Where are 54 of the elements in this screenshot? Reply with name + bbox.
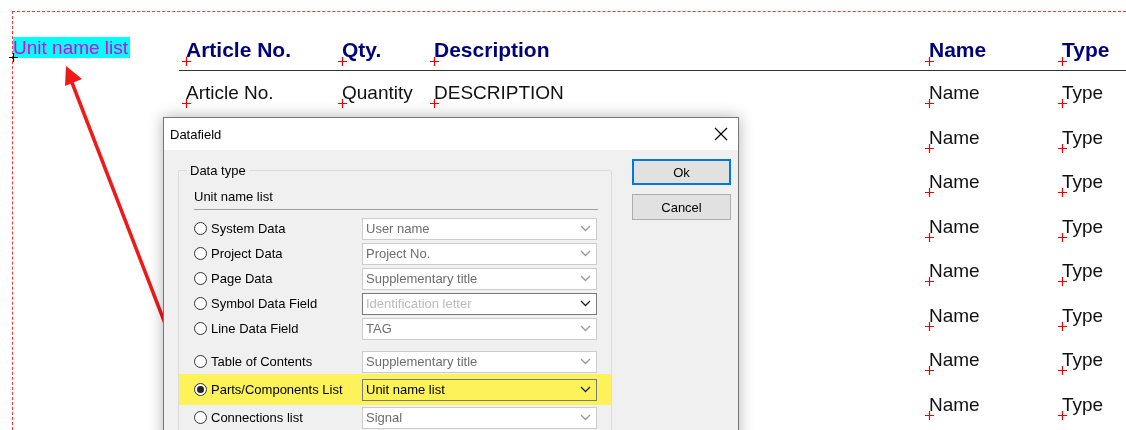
anchor-mark-icon <box>9 53 18 62</box>
table-cell: Type <box>1062 171 1104 194</box>
column-header: Qty. <box>342 38 382 62</box>
dialog-button[interactable]: Ok <box>632 159 731 185</box>
table-cell: Type <box>1062 349 1104 372</box>
table-cell: Name <box>929 171 980 194</box>
table-cell: Article No. <box>186 82 274 105</box>
anchor-mark-icon <box>925 321 934 331</box>
column-header: Description <box>434 38 550 62</box>
table-cell: Name <box>929 304 980 327</box>
column-header: Article No. <box>186 38 292 62</box>
table-cell: Name <box>929 393 980 416</box>
table-cell: Name <box>929 260 980 283</box>
anchor-mark-icon <box>925 232 934 242</box>
table-cell: Type <box>1062 126 1104 149</box>
dropdown[interactable]: Unit name list <box>362 378 597 401</box>
column-header: Name <box>929 38 987 62</box>
anchor-mark-icon <box>925 188 934 198</box>
chevron-down-icon <box>580 250 591 257</box>
table-cell: Quantity <box>342 82 413 105</box>
radio-option[interactable]: Symbol Data Field <box>194 296 362 311</box>
chevron-down-icon <box>580 275 591 282</box>
table-cell: Type <box>1062 260 1104 283</box>
chevron-down-icon <box>580 300 591 307</box>
table-cell: Name <box>929 349 980 372</box>
anchor-mark-icon <box>925 366 934 376</box>
subheading: Unit name list <box>194 185 598 210</box>
chevron-down-icon <box>580 414 591 421</box>
table-cell: Type <box>1062 304 1104 327</box>
anchor-mark-icon <box>430 99 439 109</box>
table-cell: Name <box>929 82 980 105</box>
table-cell: DESCRIPTION <box>434 82 564 105</box>
anchor-mark-icon <box>182 57 191 66</box>
column-header: Type <box>1062 38 1110 62</box>
chevron-down-icon <box>580 358 591 365</box>
anchor-mark-icon <box>925 410 934 420</box>
dialog-button[interactable]: Cancel <box>632 194 731 220</box>
chevron-down-icon <box>580 386 591 393</box>
table-cell: Name <box>929 215 980 238</box>
table-cell: Name <box>929 126 980 149</box>
table-cell: Type <box>1062 82 1104 105</box>
dialog-title: Datafield <box>170 126 222 142</box>
anchor-mark-icon <box>182 99 191 109</box>
table-cell: Type <box>1062 215 1104 238</box>
anchor-mark-icon <box>925 99 934 109</box>
table-cell: Type <box>1062 393 1104 416</box>
chevron-down-icon <box>580 325 591 332</box>
close-icon[interactable] <box>714 127 728 141</box>
anchor-mark-icon <box>925 277 934 287</box>
anchor-mark-icon <box>925 143 934 153</box>
chevron-down-icon <box>580 225 591 232</box>
radio-option[interactable]: Parts/Components List <box>194 382 362 397</box>
anchor-mark-icon <box>925 57 934 66</box>
group-title: Data type <box>187 163 249 178</box>
